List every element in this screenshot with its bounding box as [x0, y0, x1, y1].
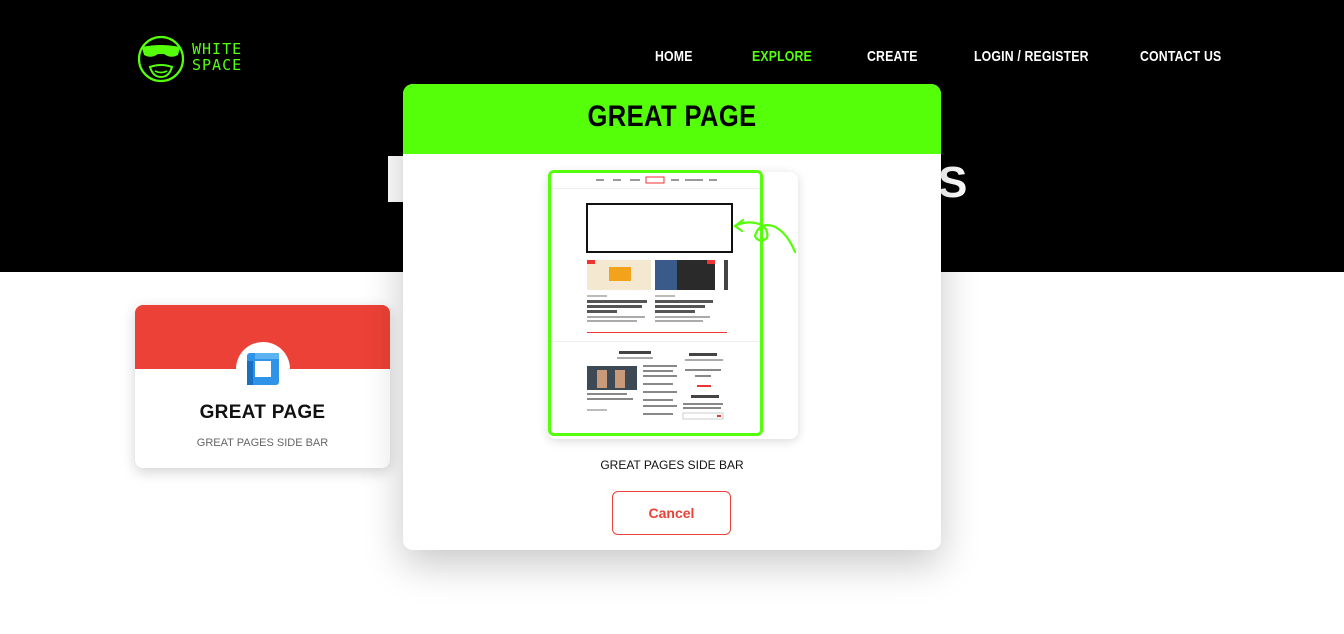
cancel-button[interactable]: Cancel [612, 491, 731, 535]
card-icon-circle [236, 342, 290, 396]
curved-arrow-icon [733, 218, 797, 254]
preview-thumbnail [548, 170, 763, 436]
nav-create[interactable]: CREATE [867, 48, 918, 65]
layout-icon [247, 353, 279, 385]
modal-title: GREAT PAGE [587, 100, 757, 133]
template-preview-modal: GREAT PAGE GREAT PAGES SIDE BAR Cancel [403, 84, 941, 550]
card-subtitle: GREAT PAGES SIDE BAR [196, 437, 329, 449]
nav-login-register[interactable]: LOGIN / REGISTER [974, 48, 1089, 65]
page-preview-image [551, 173, 760, 420]
nav-explore[interactable]: EXPLORE [752, 48, 812, 65]
nav-home[interactable]: HOME [655, 48, 693, 65]
modal-caption: GREAT PAGES SIDE BAR [600, 458, 744, 472]
card-title: GREAT PAGE [199, 402, 326, 423]
nav-contact-us[interactable]: CONTACT US [1140, 48, 1221, 65]
main-nav: HOME EXPLORE CREATE LOGIN / REGISTER CON… [0, 48, 1344, 70]
template-card[interactable]: GREAT PAGE GREAT PAGES SIDE BAR [135, 305, 390, 468]
hero-title-fragment-right: S [938, 158, 968, 207]
modal-header: GREAT PAGE [403, 84, 941, 154]
